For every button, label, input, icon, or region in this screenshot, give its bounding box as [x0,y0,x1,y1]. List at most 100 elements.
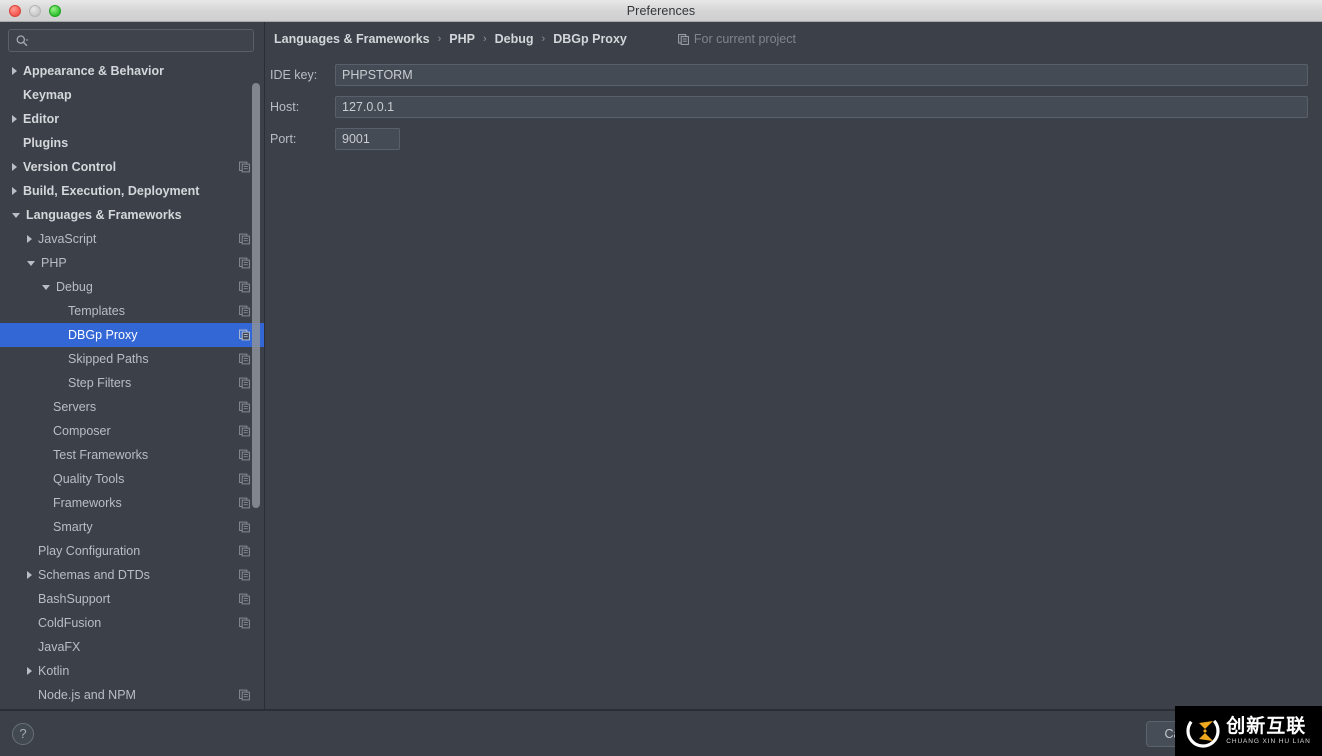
sidebar-item-label: JavaFX [38,640,81,654]
sidebar-item-label: Version Control [23,160,117,174]
breadcrumb-separator: › [437,33,442,45]
chevron-right-icon[interactable] [27,571,32,579]
project-scope-icon [239,473,250,485]
watermark-pinyin: CHUANG XIN HU LIAN [1226,737,1311,745]
search-icon [15,34,29,48]
host-input[interactable] [335,96,1308,118]
sidebar-item-javascript[interactable]: JavaScript [0,227,264,251]
sidebar-item-step-filters[interactable]: Step Filters [0,371,264,395]
project-scope-icon [239,617,250,629]
sidebar-item-smarty[interactable]: Smarty [0,515,264,539]
sidebar-item-label: Debug [56,280,93,294]
sidebar-item-editor[interactable]: Editor [0,107,264,131]
sidebar-item-label: Languages & Frameworks [26,208,182,222]
breadcrumb-item[interactable]: Debug [494,32,535,46]
sidebar-item-label: Servers [53,400,97,414]
sidebar-item-javafx[interactable]: JavaFX [0,635,264,659]
sidebar-item-label: Smarty [53,520,93,534]
help-button[interactable]: ? [12,722,34,745]
sidebar-item-test-frameworks[interactable]: Test Frameworks [0,443,264,467]
sidebar-item-bashsupport[interactable]: BashSupport [0,587,264,611]
sidebar-scrollbar[interactable] [252,83,260,508]
project-scope-icon [677,33,689,45]
sidebar-item-version-control[interactable]: Version Control [0,155,264,179]
sidebar-item-node-js-and-npm[interactable]: Node.js and NPM [0,683,264,707]
project-scope-icon [239,233,250,245]
ide-key-input[interactable] [335,64,1308,86]
breadcrumb-item[interactable]: PHP [448,32,476,46]
sidebar-item-composer[interactable]: Composer [0,419,264,443]
sidebar-item-plugins[interactable]: Plugins [0,131,264,155]
project-scope-icon [239,401,250,413]
chevron-down-icon[interactable] [42,284,50,290]
project-scope-icon [239,281,250,293]
project-scope-icon [239,449,250,461]
search-box[interactable] [8,29,254,52]
form-row: Host: [270,96,1308,118]
sidebar-item-templates[interactable]: Templates [0,299,264,323]
sidebar-item-servers[interactable]: Servers [0,395,264,419]
settings-tree[interactable]: Appearance & Behavior Keymap Editor Plugins… [0,58,264,710]
sidebar-item-schemas-and-dtds[interactable]: Schemas and DTDs [0,563,264,587]
sidebar-item-quality-tools[interactable]: Quality Tools [0,467,264,491]
sidebar-item-label: JavaScript [38,232,97,246]
project-scope-icon [239,353,250,365]
title-bar: Preferences [0,0,1322,22]
for-current-project-label: For current project [693,32,796,46]
chevron-down-icon[interactable] [12,212,20,218]
chevron-right-icon[interactable] [12,163,17,171]
settings-main-panel: Languages & Frameworks › PHP › Debug › DBGp Pr… [265,22,1322,710]
watermark-overlay: 创新互联 CHUANG XIN HU LIAN [1175,706,1322,756]
chevron-right-icon[interactable] [12,115,17,123]
sidebar-item-play-configuration[interactable]: Play Configuration [0,539,264,563]
window-body: Appearance & Behavior Keymap Editor Plugins… [0,22,1322,710]
sidebar-item-appearance-behavior[interactable]: Appearance & Behavior [0,59,264,83]
chevron-right-icon[interactable] [27,235,32,243]
sidebar-item-label: PHP [41,256,67,270]
sidebar-item-dbgp-proxy[interactable]: DBGp Proxy [0,323,264,347]
sidebar-item-label: ColdFusion [38,616,102,630]
project-scope-icon [239,305,250,317]
preferences-window: Preferences Appearance & Behavior Keymap [0,0,1322,756]
chevron-right-icon[interactable] [12,187,17,195]
breadcrumb-item[interactable]: DBGp Proxy [552,32,628,46]
sidebar-item-debug[interactable]: Debug [0,275,264,299]
sidebar-item-label: Schemas and DTDs [38,568,150,582]
field-label: IDE key: [270,68,318,82]
sidebar-item-label: DBGp Proxy [68,328,138,342]
project-scope-icon [239,425,250,437]
sidebar-item-label: Play Configuration [38,544,141,558]
sidebar-item-build-execution-deployment[interactable]: Build, Execution, Deployment [0,179,264,203]
sidebar-item-languages-frameworks[interactable]: Languages & Frameworks [0,203,264,227]
dialog-footer: ? CancelApply [0,710,1322,756]
sidebar-item-php[interactable]: PHP [0,251,264,275]
chevron-right-icon[interactable] [27,667,32,675]
port-input[interactable] [335,128,400,150]
watermark-texts: 创新互联 CHUANG XIN HU LIAN [1226,716,1311,746]
sidebar-item-coldfusion[interactable]: ColdFusion [0,611,264,635]
sidebar-item-kotlin[interactable]: Kotlin [0,659,264,683]
chevron-down-icon[interactable] [27,260,35,266]
sidebar-item-label: Plugins [23,136,69,150]
search-input[interactable] [33,33,247,48]
sidebar-item-skipped-paths[interactable]: Skipped Paths [0,347,264,371]
project-scope-icon [239,569,250,581]
sidebar-item-keymap[interactable]: Keymap [0,83,264,107]
chevron-right-icon[interactable] [12,67,17,75]
sidebar-item-label: Step Filters [68,376,132,390]
sidebar-item-label: Keymap [23,88,72,102]
dbgp-proxy-form: IDE key: Host: Port: [265,52,1322,160]
sidebar-item-label: Node.js and NPM [38,688,136,702]
sidebar-item-frameworks[interactable]: Frameworks [0,491,264,515]
breadcrumb-item[interactable]: Languages & Frameworks [273,32,431,46]
sidebar-item-label: Skipped Paths [68,352,149,366]
breadcrumb-separator: › [541,33,546,45]
